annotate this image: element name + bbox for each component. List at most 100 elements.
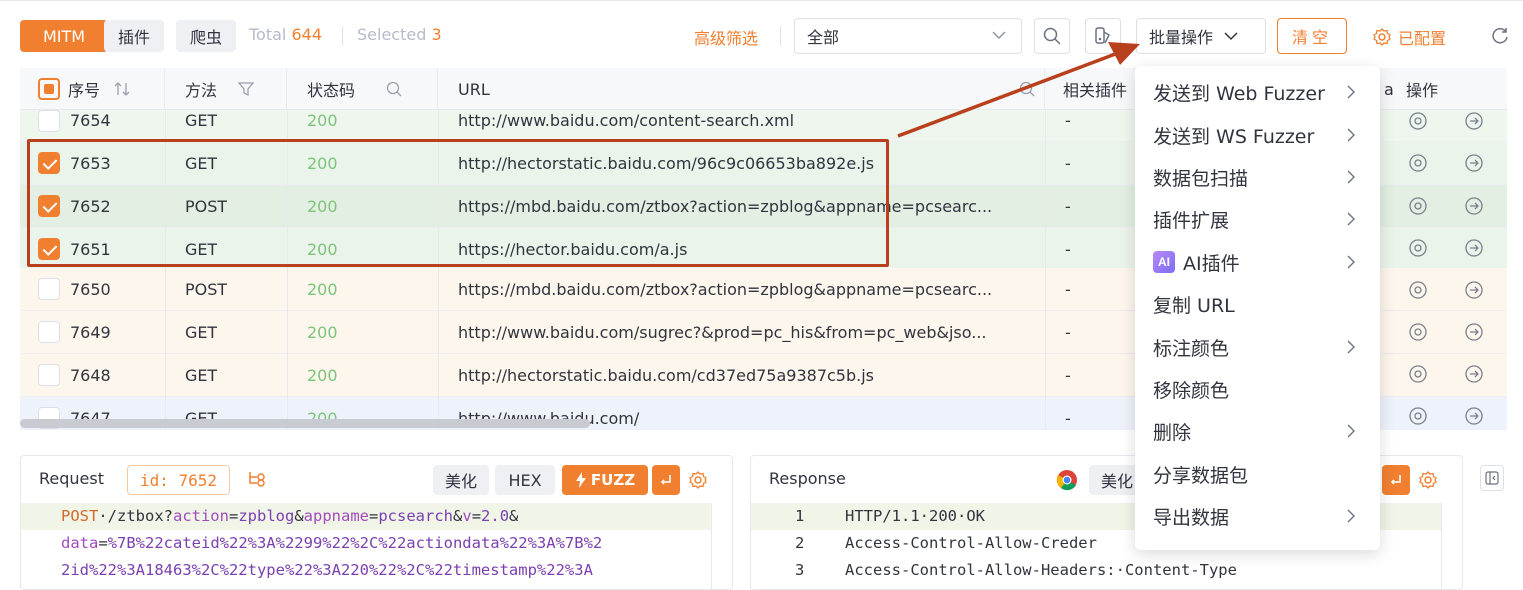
arrow-circle-right-icon[interactable]	[1464, 364, 1484, 384]
column-divider	[165, 68, 166, 430]
arrow-circle-right-icon[interactable]	[1464, 238, 1484, 258]
menu-item-label: 发送到 WS Fuzzer	[1153, 125, 1315, 148]
menu-item-label: 分享数据包	[1153, 464, 1249, 487]
line-number: 1	[795, 507, 805, 525]
row-method: POST	[185, 279, 228, 299]
menu-item-packet-scan[interactable]: 数据包扫描	[1135, 156, 1380, 198]
clear-button[interactable]: 清空	[1277, 18, 1347, 54]
search-icon[interactable]	[1018, 80, 1036, 98]
row-method: GET	[185, 322, 218, 342]
crawler-tab[interactable]: 爬虫	[176, 20, 236, 52]
row-checkbox[interactable]	[38, 238, 60, 260]
menu-item-share-packet[interactable]: 分享数据包	[1135, 453, 1380, 495]
menu-item-mark-color[interactable]: 标注颜色	[1135, 326, 1380, 368]
chevron-right-icon	[1347, 509, 1355, 523]
column-header-status[interactable]: 状态码	[287, 68, 438, 110]
row-status: 200	[307, 239, 338, 259]
fuzz-label: FUZZ	[590, 471, 636, 489]
menu-item-label: 插件扩展	[1153, 209, 1230, 232]
search-button[interactable]	[1034, 18, 1070, 54]
arrow-circle-right-icon[interactable]	[1464, 406, 1484, 426]
menu-item-send-to-web-fuzzer[interactable]: 发送到 Web Fuzzer	[1135, 71, 1380, 113]
panel-toggle-button[interactable]	[1480, 465, 1504, 491]
request-editor[interactable]: POST·/ztbox?action=zpblog&appname=pcsear…	[61, 503, 602, 584]
row-url: http://hectorstatic.baidu.com/96c9c06653…	[458, 153, 875, 173]
selected-value: 3	[431, 25, 442, 44]
color-filter-button[interactable]	[1085, 18, 1121, 54]
chrome-icon[interactable]	[1408, 238, 1428, 258]
gear-icon[interactable]	[1418, 470, 1438, 490]
row-status: 200	[307, 279, 338, 299]
menu-item-plugin-extensions[interactable]: 插件扩展	[1135, 198, 1380, 240]
row-checkbox[interactable]	[38, 278, 60, 300]
arrow-circle-right-icon[interactable]	[1464, 153, 1484, 173]
request-line-3: 2id%22%3A18463%2C%22type%22%3A220%22%2C%…	[61, 557, 602, 584]
editor-scroll-divider	[711, 503, 712, 590]
advanced-filter-link[interactable]: 高级筛选	[694, 25, 758, 49]
horizontal-scrollbar[interactable]	[20, 419, 590, 428]
hex-button[interactable]: HEX	[495, 465, 555, 495]
batch-operations-menu: 发送到 Web Fuzzer 发送到 WS Fuzzer 数据包扫描 插件扩展 …	[1135, 66, 1380, 550]
fuzz-button[interactable]: FUZZ	[562, 465, 648, 495]
chrome-icon[interactable]	[1408, 322, 1428, 342]
menu-item-copy-url[interactable]: 复制 URL	[1135, 283, 1380, 325]
filter-icon[interactable]	[237, 80, 255, 98]
filter-select[interactable]: 全部	[794, 18, 1022, 54]
batch-operations-button[interactable]: 批量操作	[1136, 18, 1266, 54]
chrome-icon[interactable]	[1408, 153, 1428, 173]
menu-item-send-to-ws-fuzzer[interactable]: 发送到 WS Fuzzer	[1135, 114, 1380, 156]
row-checkbox[interactable]	[38, 195, 60, 217]
arrow-circle-right-icon[interactable]	[1464, 196, 1484, 216]
search-icon[interactable]	[385, 80, 403, 98]
header-label: 相关插件	[1063, 81, 1128, 100]
divider	[342, 26, 343, 46]
chrome-icon[interactable]	[1408, 196, 1428, 216]
gear-icon[interactable]	[688, 470, 708, 490]
arrow-circle-right-icon[interactable]	[1464, 322, 1484, 342]
menu-item-remove-color[interactable]: 移除颜色	[1135, 368, 1380, 410]
sort-icon[interactable]	[112, 80, 132, 98]
column-header-seq[interactable]: 序号	[20, 68, 165, 110]
column-header-url[interactable]: URL	[438, 68, 1045, 110]
enter-button[interactable]	[1382, 465, 1410, 495]
header-label: 序号	[68, 81, 101, 100]
row-id: 7648	[70, 365, 111, 385]
menu-item-export-data[interactable]: 导出数据	[1135, 495, 1380, 537]
row-plugin: -	[1065, 153, 1071, 173]
plugin-tab[interactable]: 插件	[104, 20, 164, 52]
configured-button[interactable]: 已配置	[1372, 25, 1446, 49]
menu-item-delete[interactable]: 删除	[1135, 410, 1380, 452]
chrome-icon[interactable]	[1408, 406, 1428, 426]
select-all-checkbox[interactable]	[38, 78, 60, 100]
enter-button[interactable]	[652, 465, 680, 495]
gear-icon	[1373, 28, 1391, 46]
mitm-tab[interactable]: MITM	[20, 20, 108, 52]
total-count: Total 644	[249, 25, 322, 44]
chrome-icon[interactable]	[1056, 469, 1078, 491]
menu-item-label: 标注颜色	[1153, 337, 1230, 360]
refresh-icon[interactable]	[1490, 26, 1510, 46]
row-checkbox[interactable]	[38, 364, 60, 386]
column-header-method[interactable]: 方法	[165, 68, 287, 110]
row-status: 200	[307, 153, 338, 173]
selected-count: Selected 3	[357, 25, 442, 44]
chrome-icon[interactable]	[1408, 111, 1428, 131]
chrome-icon[interactable]	[1408, 280, 1428, 300]
row-checkbox[interactable]	[38, 109, 60, 132]
selected-label: Selected	[357, 25, 427, 44]
sidebar-toggle-icon	[1485, 471, 1499, 485]
row-status: 200	[307, 365, 338, 385]
chrome-icon[interactable]	[1408, 364, 1428, 384]
row-status: 200	[307, 196, 338, 216]
row-url: http://hectorstatic.baidu.com/cd37ed75a9…	[458, 365, 874, 385]
menu-item-ai-plugin[interactable]: AI AI插件	[1135, 241, 1380, 283]
row-checkbox[interactable]	[38, 321, 60, 343]
beautify-button[interactable]: 美化	[433, 465, 489, 495]
arrow-circle-right-icon[interactable]	[1464, 280, 1484, 300]
row-checkbox[interactable]	[38, 152, 60, 174]
flow-tree-icon[interactable]	[247, 469, 269, 489]
row-method: GET	[185, 153, 218, 173]
arrow-circle-right-icon[interactable]	[1464, 111, 1484, 131]
column-divider	[287, 68, 288, 430]
param-value: pcsearch	[378, 507, 453, 525]
